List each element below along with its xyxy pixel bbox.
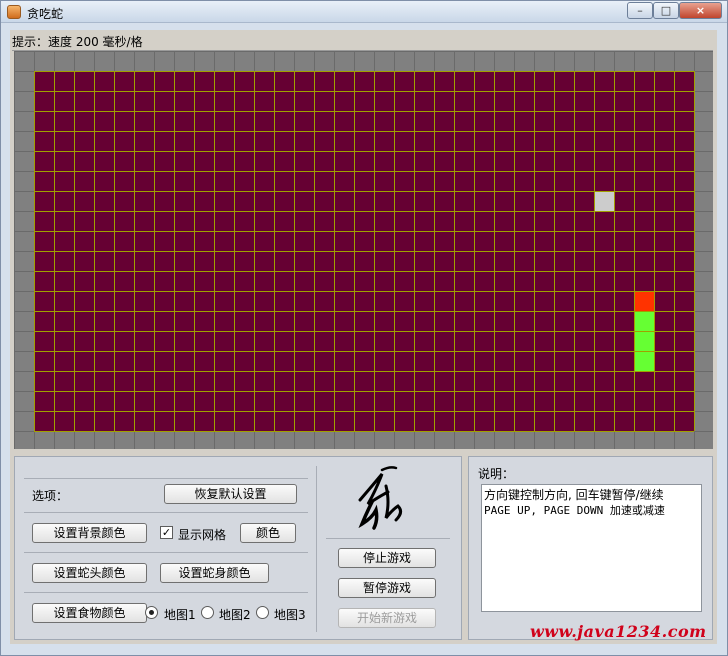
new-game-button[interactable]: 开始新游戏 [338,608,436,628]
show-grid-checkbox[interactable]: ✓ [160,526,173,539]
grid-color-button[interactable]: 颜色 [240,523,296,543]
set-head-color-button[interactable]: 设置蛇头颜色 [32,563,147,583]
close-button[interactable]: × [679,2,722,19]
options-divider [24,512,308,513]
game-board[interactable] [14,51,713,449]
set-background-color-button[interactable]: 设置背景颜色 [32,523,147,543]
watermark: www.java1234.com [530,622,707,641]
maximize-button[interactable]: □ [653,2,679,19]
title-bar[interactable]: 贪吃蛇 – □ × [1,1,727,23]
options-divider [24,592,308,593]
minimize-button[interactable]: – [627,2,653,19]
map1-label: 地图1 [164,608,196,622]
set-food-color-button[interactable]: 设置食物颜色 [32,603,147,623]
options-divider [24,552,308,553]
speed-hint: 提示：速度 200 毫秒/格 [12,35,143,49]
set-body-color-button[interactable]: 设置蛇身颜色 [160,563,269,583]
restore-defaults-button[interactable]: 恢复默认设置 [164,484,297,504]
map3-radio[interactable] [256,606,269,619]
controls-divider [326,538,450,539]
map1-radio[interactable] [145,606,158,619]
snake-body-segment [635,332,654,351]
game-board-canvas [14,51,713,449]
snake-head [635,292,654,311]
description-heading: 说明： [478,467,515,481]
window-title: 贪吃蛇 [27,7,64,21]
snake-body-segment [635,352,654,371]
description-line: PAGE UP, PAGE DOWN 加速或减速 [484,504,665,517]
snake-body-segment [635,312,654,331]
description-textarea[interactable]: 方向键控制方向, 回车键暂停/继续 PAGE UP, PAGE DOWN 加速或… [481,484,702,612]
stop-game-button[interactable]: 停止游戏 [338,548,436,568]
options-heading: 选项： [32,489,69,503]
description-line: 方向键控制方向, 回车键暂停/继续 [484,488,664,502]
map2-label: 地图2 [219,608,251,622]
java-app-icon [7,5,21,19]
pause-game-button[interactable]: 暂停游戏 [338,578,436,598]
map3-label: 地图3 [274,608,306,622]
food-block [595,192,614,211]
signature-logo [358,466,403,530]
map2-radio[interactable] [201,606,214,619]
panel-vertical-divider [316,466,317,632]
show-grid-label: 显示网格 [178,528,227,542]
options-divider [24,478,308,479]
